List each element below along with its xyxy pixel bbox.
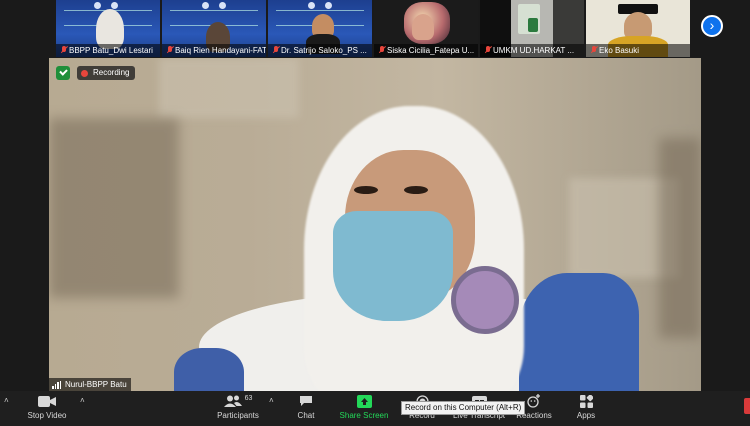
mic-muted-icon [167,46,173,54]
participants-button[interactable]: 63 Participants [212,391,264,426]
end-meeting-button[interactable] [744,398,750,414]
signal-bars-icon [52,380,62,389]
chat-label: Chat [297,411,315,420]
participant-name: UMKM UD.HARKAT ... [493,46,575,55]
chevron-right-icon: › [709,17,715,33]
record-dot-icon [81,69,88,77]
participant-thumb[interactable]: BBPP Batu_Dwi Lestari [56,0,160,57]
meeting-toolbar: ˄ Stop Video ˄ 63 Participants ˄ Chat Sh… [0,391,750,426]
speaker-name-tag: Nurul-BBPP Batu [49,378,131,391]
share-screen-button[interactable]: Share Screen [336,391,392,426]
participant-name: Dr. Satrijo Saloko_PS ... [281,46,367,55]
participant-thumb[interactable]: Eko Basuki [586,0,690,57]
chat-button[interactable]: Chat [288,391,324,426]
participant-strip: BBPP Batu_Dwi Lestari Baiq Rien Handayan… [0,0,750,58]
participants-count: 63 [244,394,253,402]
smiley-plus-icon [527,394,540,408]
recording-label: Recording [93,68,130,77]
mic-muted-icon [485,46,491,54]
apps-button[interactable]: Apps [570,391,602,426]
share-screen-icon [356,394,372,408]
recording-indicator[interactable]: Recording [77,66,136,80]
participant-thumb[interactable]: UMKM UD.HARKAT ... [480,0,584,57]
stop-video-label: Stop Video [27,411,67,420]
shield-check-icon[interactable] [56,66,70,80]
next-page-button[interactable]: › [701,15,723,37]
participant-thumb[interactable]: Siska Cicilia_Fatepa U... [374,0,478,57]
participant-thumb[interactable]: Baiq Rien Handayani-FAT... [162,0,266,57]
participants-icon [223,395,242,407]
participant-name: BBPP Batu_Dwi Lestari [69,46,153,55]
chevron-up-icon[interactable]: ˄ [4,396,9,405]
participant-name: Eko Basuki [599,46,640,55]
video-camera-icon [38,395,56,407]
mic-muted-icon [379,46,385,54]
mic-muted-icon [273,46,279,54]
apps-label: Apps [576,411,596,420]
mic-muted-icon [591,46,597,54]
participant-name: Baiq Rien Handayani-FAT... [175,46,266,55]
chevron-up-icon[interactable]: ˄ [269,396,274,405]
chat-icon [300,396,312,406]
stop-video-button[interactable]: Stop Video [22,391,72,426]
record-tooltip: Record on this Computer (Alt+R) [401,401,526,415]
participant-thumb[interactable]: Dr. Satrijo Saloko_PS ... [268,0,372,57]
participants-label: Participants [217,411,259,420]
active-speaker-video: Recording Nurul-BBPP Batu [49,58,701,391]
participant-name: Siska Cicilia_Fatepa U... [387,46,475,55]
apps-icon [579,394,593,408]
mic-muted-icon [61,46,67,54]
chevron-up-icon[interactable]: ˄ [80,396,85,405]
speaker-name: Nurul-BBPP Batu [65,380,127,389]
share-screen-label: Share Screen [339,411,389,420]
